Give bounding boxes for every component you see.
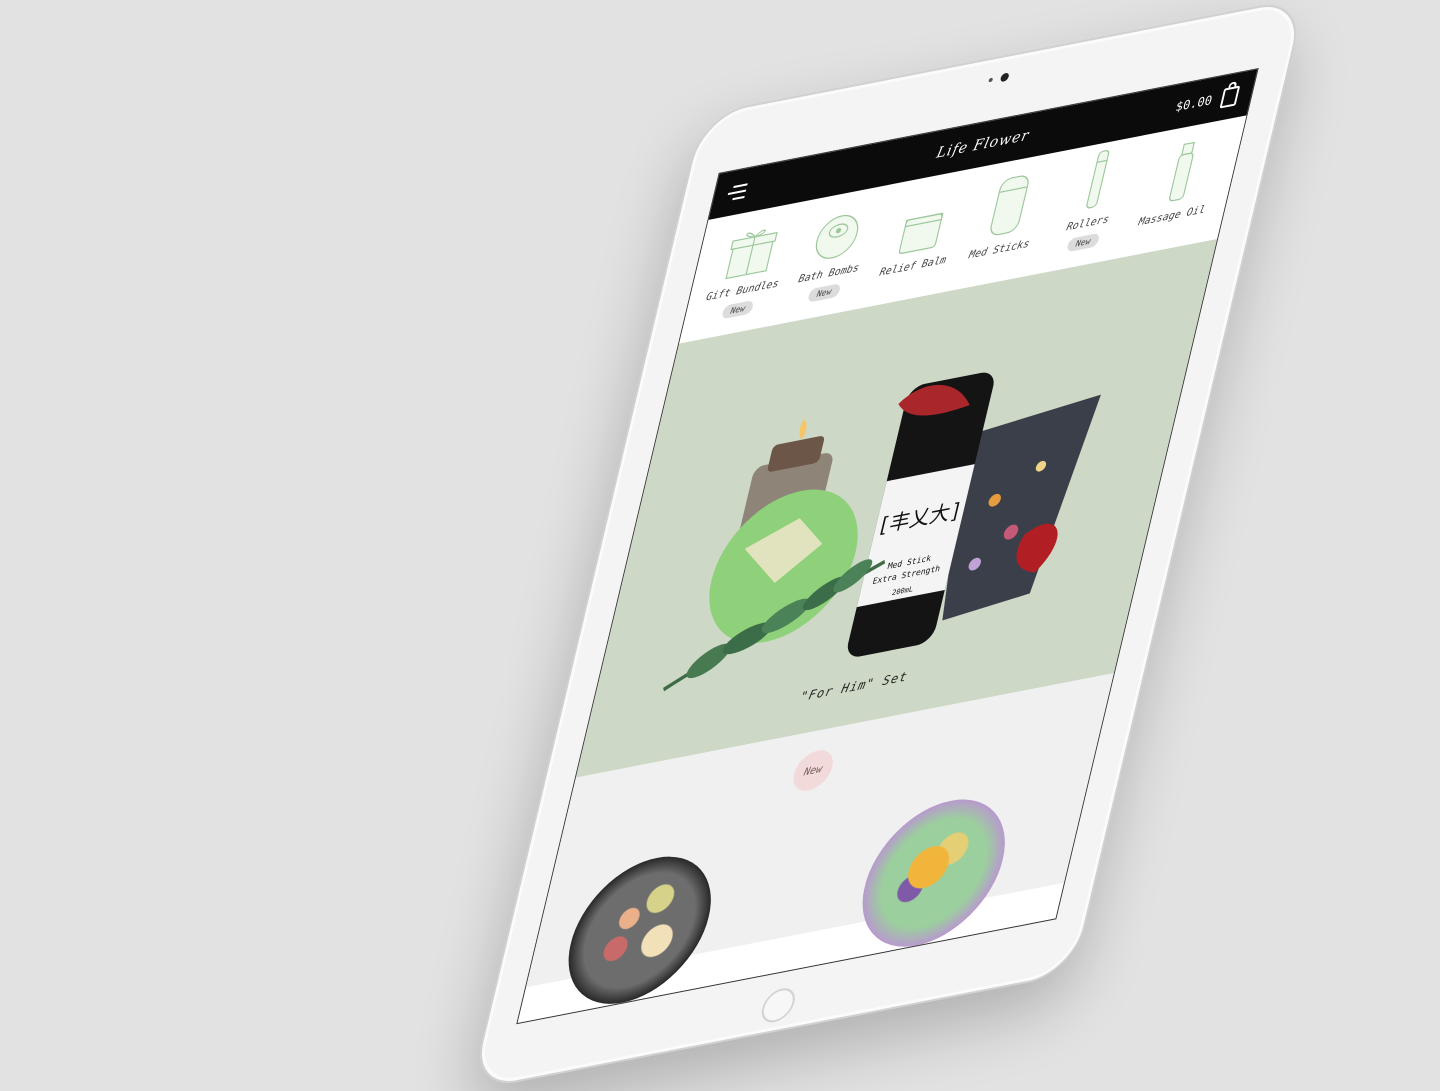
gift-box-icon — [723, 211, 783, 281]
balm-jar-icon — [895, 188, 951, 257]
med-stick-icon — [985, 172, 1033, 239]
hero-banner[interactable]: [丰乂大] Med Stick Extra Strength 200mL "Fo… — [575, 239, 1218, 778]
product-image-bath-mix[interactable] — [553, 844, 726, 1017]
roller-icon — [1082, 147, 1114, 211]
bath-bomb-icon — [810, 195, 868, 264]
category-label: Relief Balm — [878, 254, 948, 279]
category-gift-bundles[interactable]: Gift Bundles New — [694, 208, 802, 325]
front-camera — [988, 72, 1010, 84]
app-screen: Life Flower $0.00 Gift Bundles New Bath … — [516, 67, 1259, 1025]
hamburger-menu-icon[interactable] — [726, 183, 748, 201]
tablet-device: Life Flower $0.00 Gift Bundles New Bath … — [469, 0, 1307, 1091]
cart-button[interactable]: $0.00 — [1174, 85, 1241, 117]
home-button[interactable] — [758, 985, 799, 1026]
new-badge: New — [807, 283, 842, 303]
brand-title[interactable]: Life Flower — [935, 127, 1031, 162]
product-image-bath-bomb[interactable] — [847, 787, 1020, 959]
category-label: Med Sticks — [967, 238, 1031, 262]
category-label: Gift Bundles — [704, 278, 780, 304]
category-label: Bath Bombs — [797, 262, 861, 286]
shopping-bag-icon — [1219, 85, 1241, 109]
cart-total: $0.00 — [1174, 92, 1214, 115]
camera-lens — [999, 72, 1010, 83]
new-badge: New — [789, 746, 837, 795]
category-label: Rollers — [1065, 213, 1111, 234]
oil-bottle-icon — [1164, 139, 1200, 204]
category-label: Massage Oil — [1137, 204, 1207, 229]
sensor-dot — [988, 77, 994, 83]
new-badge: New — [1066, 232, 1101, 253]
category-rollers[interactable]: Rollers New — [1040, 141, 1148, 258]
category-med-sticks[interactable]: Med Sticks — [953, 167, 1059, 275]
new-badge: New — [720, 299, 755, 320]
